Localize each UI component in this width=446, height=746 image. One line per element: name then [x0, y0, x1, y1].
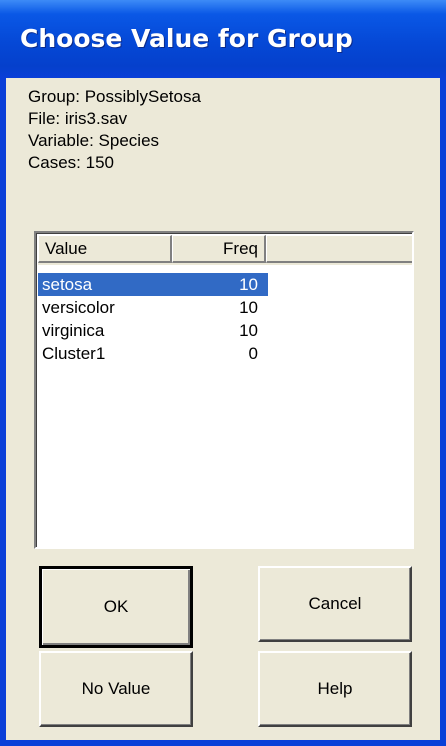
variable-label: Variable: Species — [28, 131, 160, 150]
column-header-value[interactable]: Value — [38, 235, 172, 263]
list-item-setosa[interactable]: setosa 10 — [38, 273, 412, 296]
list-rows: setosa 10 versicolor 10 virginica 10 Clu… — [38, 273, 412, 365]
title-bar[interactable]: Choose Value for Group — [0, 0, 446, 78]
list-header: Value Freq — [38, 235, 412, 265]
column-header-empty — [266, 235, 412, 263]
cancel-button[interactable]: Cancel — [258, 566, 412, 642]
no-value-button[interactable]: No Value — [39, 651, 193, 727]
list-item-cluster1[interactable]: Cluster1 0 — [38, 342, 412, 365]
help-button[interactable]: Help — [258, 651, 412, 727]
window-title: Choose Value for Group — [20, 24, 353, 53]
list-item-freq: 10 — [239, 298, 258, 317]
list-item-versicolor[interactable]: versicolor 10 — [38, 296, 412, 319]
column-header-freq[interactable]: Freq — [172, 235, 266, 263]
group-info: Group: PossiblySetosa File: iris3.sav Va… — [28, 86, 201, 174]
list-item-value: versicolor — [42, 298, 115, 317]
list-item-freq: 10 — [239, 275, 258, 294]
list-item-value: virginica — [42, 321, 105, 340]
choose-value-dialog: Choose Value for Group Group: PossiblySe… — [0, 0, 446, 746]
ok-button[interactable]: OK — [39, 566, 193, 648]
group-label: Group: PossiblySetosa — [28, 87, 201, 106]
file-label: File: iris3.sav — [28, 109, 128, 128]
value-list[interactable]: Value Freq setosa 10 versicolor 10 virgi… — [34, 231, 414, 549]
cases-label: Cases: 150 — [28, 153, 114, 172]
list-item-value: Cluster1 — [42, 344, 106, 363]
list-item-freq: 0 — [248, 344, 258, 363]
list-item-virginica[interactable]: virginica 10 — [38, 319, 412, 342]
list-item-value: setosa — [42, 275, 93, 294]
list-item-freq: 10 — [239, 321, 258, 340]
